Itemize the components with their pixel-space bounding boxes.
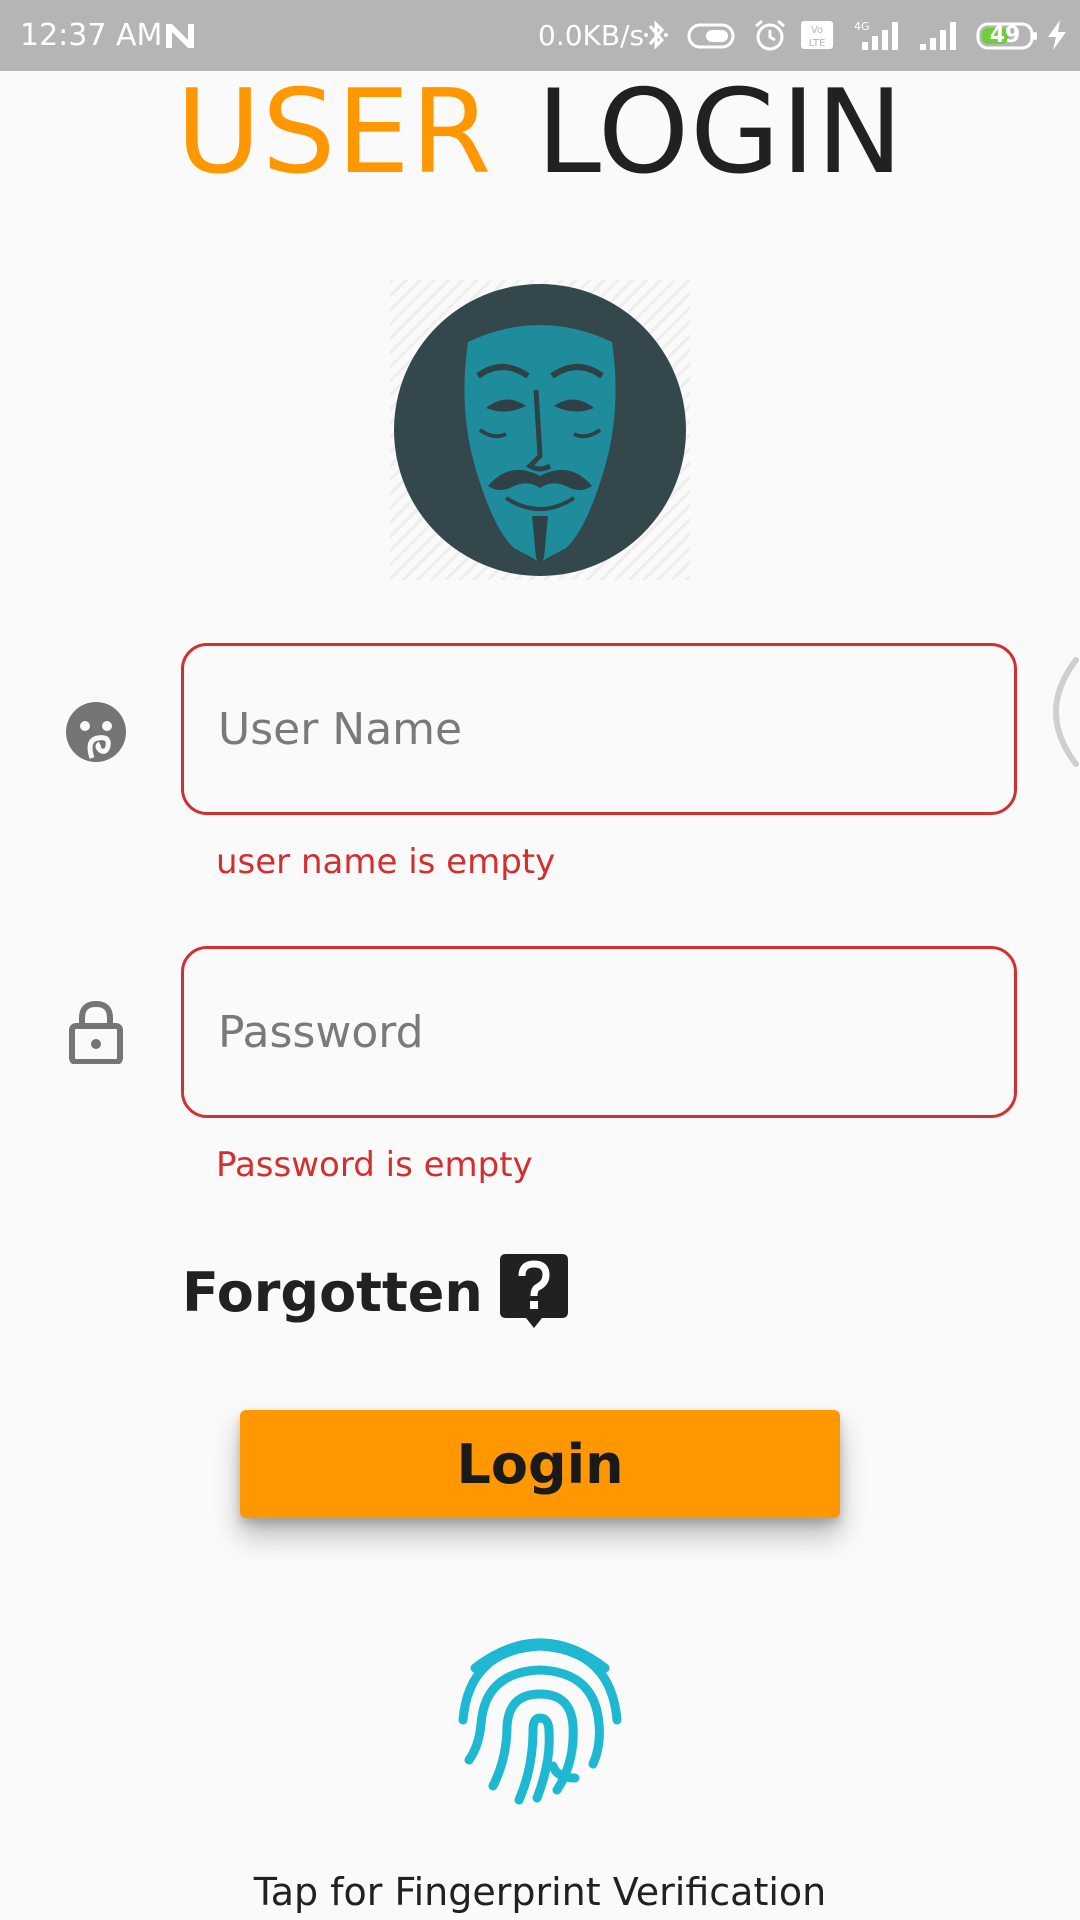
volte-icon: Vo LTE [801,21,833,49]
password-field[interactable] [181,946,1017,1118]
battery-level: 49 [989,23,1021,48]
username-field[interactable] [181,643,1017,815]
title-login: LOGIN [536,65,905,200]
svg-text:LTE: LTE [809,38,826,49]
n-notification-icon [166,24,194,48]
svg-text:Vo: Vo [811,25,823,36]
help-bubble-icon[interactable] [500,1254,568,1330]
login-button[interactable]: Login [240,1410,840,1518]
edge-swipe-handle[interactable] [1048,656,1080,768]
password-input[interactable] [218,949,978,1115]
status-time: 12:37 AM [20,18,163,53]
anonymous-mask-avatar [390,280,690,580]
fingerprint-icon[interactable] [455,1628,625,1808]
alarm-icon [755,19,785,51]
status-bar: 12:37 AM 0.0KB/s Vo LTE 4G 49 [0,0,1080,71]
page-title: USER LOGIN [0,68,1080,198]
username-input[interactable] [218,646,978,812]
lock-icon [69,1000,123,1064]
username-error: user name is empty [216,842,556,882]
signal-icon [920,22,956,50]
charging-icon [1048,20,1066,50]
fingerprint-caption: Tap for Fingerprint Verification [253,1870,827,1914]
bluetooth-icon [644,20,668,50]
network-speed: 0.0KB/s [538,19,645,52]
forgotten-link[interactable]: Forgotten [182,1258,483,1328]
login-screen: 12:37 AM 0.0KB/s Vo LTE 4G 49 USER LOGIN… [0,0,1080,1920]
battery-icon: 49 [976,21,1038,51]
signal-4g-icon: 4G [854,20,898,50]
svg-text:4G: 4G [854,20,870,33]
user-face-icon [66,702,126,762]
password-error: Password is empty [216,1145,533,1185]
title-user: USER [175,65,493,200]
toggle-icon [687,23,735,49]
